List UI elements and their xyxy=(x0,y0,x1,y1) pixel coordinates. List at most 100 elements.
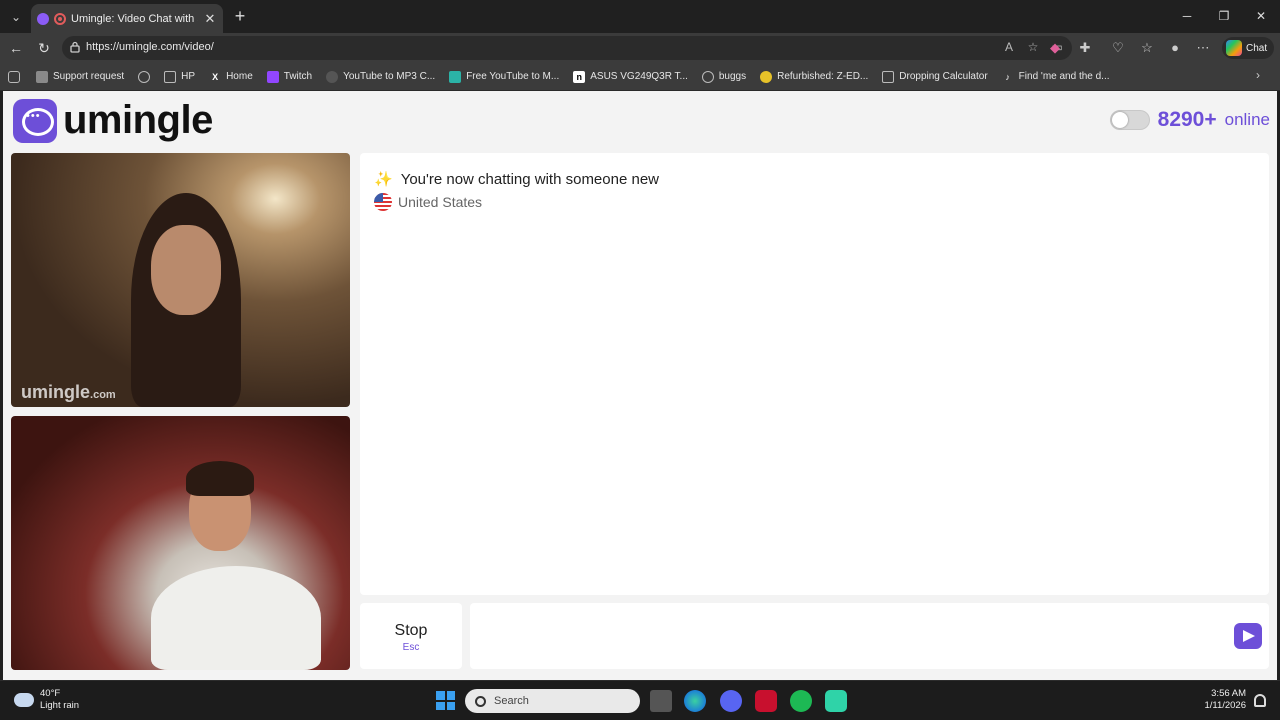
favorite-star-icon[interactable]: ☆ xyxy=(1026,40,1040,54)
bookmark-twitch[interactable]: Twitch xyxy=(266,70,312,83)
close-tab-icon[interactable]: ✕ xyxy=(203,11,217,27)
status-message: You're now chatting with someone new xyxy=(400,170,659,188)
new-tab-button[interactable]: + xyxy=(229,6,251,28)
message-input[interactable] xyxy=(480,623,1220,649)
online-label: online xyxy=(1224,110,1270,129)
profile-avatar-icon[interactable]: ● xyxy=(1165,38,1185,58)
send-button[interactable] xyxy=(1234,623,1262,649)
bookmark-globe[interactable] xyxy=(138,70,151,83)
bookmark-asus[interactable]: n ASUS VG249Q3R T... xyxy=(573,70,688,83)
minimize-button[interactable]: ─ xyxy=(1169,0,1205,32)
calculator-icon xyxy=(882,70,895,83)
bookmark-dropping-calculator[interactable]: Dropping Calculator xyxy=(882,70,988,83)
online-indicator: 8290+ online xyxy=(1109,108,1270,132)
search-label: Search xyxy=(494,695,529,707)
stop-button[interactable]: Stop Esc xyxy=(360,603,462,669)
app-x-icon[interactable] xyxy=(755,690,777,712)
weather-condition: Light rain xyxy=(40,700,80,711)
support-icon xyxy=(36,70,48,83)
tab-title: Umingle: Video Chat with Stra xyxy=(71,12,198,25)
site-logo[interactable]: umingle xyxy=(13,98,213,143)
rain-cloud-icon xyxy=(14,693,34,707)
folder-icon xyxy=(164,70,177,83)
stranger-country: United States xyxy=(374,193,482,211)
address-toolbar: ← ↻ https://umingle.com/video/ A ☆ ▭ ◆ ✚… xyxy=(0,33,1280,63)
url-text: https://umingle.com/video/ xyxy=(86,41,214,53)
site-info-icon[interactable] xyxy=(70,41,80,53)
tab-strip: ⌄ Umingle: Video Chat with Stra ✕ + ─ ❐ … xyxy=(0,0,1280,33)
extension-shield-icon[interactable]: ◆ xyxy=(1045,38,1065,58)
page-content: umingle 8290+ online umingle.com ✨ You'r… xyxy=(3,91,1277,680)
brand-name: umingle xyxy=(63,98,213,142)
stranger-face xyxy=(151,225,221,315)
copilot-chat-button[interactable]: Chat xyxy=(1222,37,1274,59)
twitch-app-icon[interactable] xyxy=(825,690,847,712)
browser-tab[interactable]: Umingle: Video Chat with Stra ✕ xyxy=(31,4,223,33)
windows-taskbar: 40°F Light rain Search 3:56 AM 1/11/2026 xyxy=(0,680,1280,720)
discord-icon[interactable] xyxy=(720,690,742,712)
restore-button[interactable]: ❐ xyxy=(1206,0,1242,32)
chat-bubble-logo-icon xyxy=(13,98,57,143)
weather-widget[interactable]: 40°F Light rain xyxy=(14,688,79,712)
clock-time: 3:56 AM xyxy=(1211,688,1246,699)
globe-icon xyxy=(701,70,714,83)
refresh-button[interactable]: ↻ xyxy=(34,38,54,58)
collections-icon[interactable]: ☆ xyxy=(1137,38,1157,58)
copilot-icon xyxy=(1226,40,1242,56)
address-bar[interactable]: https://umingle.com/video/ A ☆ ▭ xyxy=(62,36,1072,60)
back-button[interactable]: ← xyxy=(6,38,26,58)
globe-icon xyxy=(138,70,151,83)
bookmark-refurbished[interactable]: Refurbished: Z-ED... xyxy=(760,70,868,83)
bookmark-buggs[interactable]: buggs xyxy=(701,70,746,83)
lemon-icon xyxy=(760,70,773,83)
start-windows-icon[interactable] xyxy=(436,691,455,710)
bookmark-youtube-mp3[interactable]: YouTube to MP3 C... xyxy=(326,70,435,83)
self-hair xyxy=(186,461,254,496)
country-name: United States xyxy=(398,194,483,210)
self-body xyxy=(151,566,321,670)
connected-status: ✨ You're now chatting with someone new xyxy=(374,170,659,189)
search-icon xyxy=(475,695,486,707)
umingle-favicon-icon xyxy=(37,12,49,25)
bookmark-free-youtube[interactable]: Free YouTube to M... xyxy=(449,70,559,83)
clock[interactable]: 3:56 AM 1/11/2026 xyxy=(1204,688,1246,712)
twitch-icon xyxy=(266,70,279,83)
us-flag-icon xyxy=(374,193,392,211)
tiktok-icon: ♪ xyxy=(1005,71,1010,82)
tab-list-menu-icon[interactable]: ⌄ xyxy=(6,7,26,27)
extensions-puzzle-icon[interactable]: ✚ xyxy=(1075,38,1095,58)
bookmarks-bar: Support request HP X Home Twitch YouTube … xyxy=(0,63,1280,91)
temperature: 40°F xyxy=(40,688,61,699)
bookmark-tiktok[interactable]: ♪ Find 'me and the d... xyxy=(1002,71,1109,83)
stranger-video: umingle.com xyxy=(11,153,350,407)
bookmarks-overflow-chevron-icon[interactable]: › xyxy=(1256,68,1260,82)
bookmark-home[interactable]: X Home xyxy=(209,71,253,83)
message-composer xyxy=(470,603,1269,669)
notion-icon: n xyxy=(573,70,586,83)
close-window-button[interactable]: ✕ xyxy=(1243,0,1279,32)
chat-log: ✨ You're now chatting with someone new U… xyxy=(360,153,1269,595)
umingle-watermark: umingle.com xyxy=(21,382,116,402)
recording-indicator-icon xyxy=(54,12,66,25)
read-aloud-icon[interactable]: A xyxy=(1002,40,1016,54)
sparkles-icon: ✨ xyxy=(374,171,393,188)
stop-label: Stop xyxy=(394,622,428,639)
browser-essentials-icon[interactable]: ♡ xyxy=(1108,38,1128,58)
notifications-bell-icon[interactable] xyxy=(1254,694,1266,707)
spider-icon xyxy=(326,70,339,83)
task-view-icon[interactable] xyxy=(650,690,672,712)
ytm-icon xyxy=(449,70,462,83)
clock-date: 1/11/2026 xyxy=(1204,700,1246,711)
stop-shortcut-hint: Esc xyxy=(402,642,420,653)
spotify-icon[interactable] xyxy=(790,690,812,712)
bookmark-hp-folder[interactable]: HP xyxy=(164,70,195,83)
self-video xyxy=(11,416,350,670)
more-menu-icon[interactable]: ⋯ xyxy=(1193,38,1213,58)
reading-view-icon[interactable] xyxy=(8,70,20,83)
edge-browser-icon[interactable] xyxy=(684,690,706,712)
chat-label: Chat xyxy=(1246,42,1268,54)
taskbar-search[interactable]: Search xyxy=(465,689,640,713)
bookmark-support-request[interactable]: Support request xyxy=(36,70,124,83)
theme-toggle[interactable] xyxy=(1109,110,1150,130)
x-icon: X xyxy=(212,71,219,82)
